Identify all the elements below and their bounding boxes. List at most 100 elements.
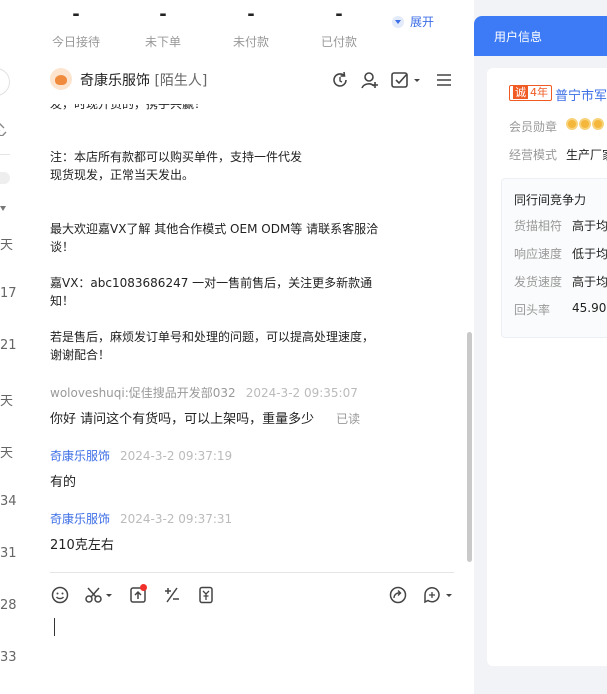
list-item-date[interactable]: 天	[0, 390, 13, 409]
message-sender[interactable]: 奇康乐服饰	[50, 449, 110, 463]
system-message: 最大欢迎嘉VX了解 其他合作模式 OEM ODM等 请联系客服洽	[50, 222, 379, 236]
message-time: 2024-3-2 09:37:19	[120, 449, 233, 463]
system-message: 若是售后，麻烦发订单号和处理的问题，可以提高处理速度，	[50, 330, 375, 344]
competition-label: 货描相符	[514, 219, 563, 233]
shop-name: 奇康乐服饰	[80, 73, 150, 89]
medal-icon	[566, 118, 578, 130]
stat-today-reception[interactable]: - 今日接待	[36, 4, 116, 52]
stat-label: 今日接待	[51, 35, 100, 49]
system-message: 现货现发，正常当天发出。	[50, 168, 195, 182]
medal-icon	[579, 118, 591, 130]
message-meta: woloveshuqi:促佳搜品开发部032 2024-3-2 09:35:07	[50, 384, 358, 401]
message-bubble: 210克左右	[50, 534, 114, 553]
system-message: 知！	[50, 294, 75, 308]
read-status: 已读	[336, 412, 361, 426]
medal-icons	[566, 117, 605, 131]
search-circle[interactable]	[0, 68, 10, 96]
checklist-icon[interactable]	[390, 70, 422, 90]
user-info-panel: 诚4年 普宁市军 会员勋章 经营模式 生产厂家 同行间竞争力 货描相符 高于均 …	[487, 68, 607, 666]
list-item-date[interactable]: 天	[0, 234, 13, 253]
list-item-date[interactable]: 天	[0, 442, 13, 461]
competition-value: 高于均	[572, 275, 607, 289]
message-list[interactable]: 发，时现开货的，携手共赢！ 注：本店所有款都可以购买单件，支持一件代发 现货现发…	[50, 104, 460, 612]
company-name[interactable]: 普宁市军	[555, 85, 607, 104]
coupon-icon[interactable]	[196, 585, 216, 605]
expand-label: 展开	[410, 15, 435, 29]
mode-value: 生产厂家	[566, 148, 607, 162]
stat-label: 未下单	[144, 35, 181, 49]
chevron-down-icon[interactable]	[0, 206, 6, 211]
competition-title: 同行间竞争力	[514, 193, 587, 207]
system-message: 谈！	[50, 240, 75, 254]
competition-value: 45.90%	[572, 301, 607, 315]
scrollbar[interactable]	[467, 332, 472, 562]
list-item-date[interactable]: 34	[0, 494, 17, 509]
badge-icon: 诚	[513, 86, 528, 99]
menu-icon[interactable]	[434, 70, 454, 90]
stat-not-ordered[interactable]: - 未下单	[123, 4, 203, 52]
stat-value: -	[72, 4, 80, 25]
message-time: 2024-3-2 09:35:07	[245, 386, 358, 400]
chat-panel: 奇康乐服饰 [陌生人] 发，时现开货的，携手共赢！ 注：本店所有款都可以购买单件…	[30, 56, 474, 694]
competition-label: 发货速度	[514, 275, 563, 289]
stat-paid[interactable]: - 已付款	[299, 4, 379, 52]
chevron-down-icon	[392, 15, 404, 28]
tab-label: 用户信息	[494, 30, 543, 44]
calculator-icon[interactable]	[162, 585, 182, 605]
years-badge: 诚 4年	[509, 85, 552, 101]
badge-text: 4年	[530, 86, 548, 99]
scissors-icon[interactable]	[84, 585, 114, 605]
medal-label: 会员勋章	[509, 120, 558, 134]
message-bubble: 有的	[50, 471, 76, 490]
avatar[interactable]	[50, 68, 72, 90]
competition-label: 回头率	[514, 303, 551, 317]
message-text: 你好 请问这个有货吗，可以上架吗，重量多少	[50, 412, 315, 427]
message-sender[interactable]: 奇康乐服饰	[50, 512, 110, 526]
chat-contact-name[interactable]: 奇康乐服饰 [陌生人]	[80, 70, 207, 90]
divider	[0, 154, 10, 155]
list-item-date[interactable]: 21	[0, 338, 17, 353]
stat-label: 未付款	[232, 35, 269, 49]
message-text: 有的	[50, 475, 77, 490]
message-meta: 奇康乐服饰 2024-3-2 09:37:31	[50, 510, 232, 527]
message-meta: 奇康乐服饰 2024-3-2 09:37:19	[50, 447, 232, 464]
stat-label: 已付款	[320, 35, 357, 49]
divider	[50, 572, 454, 573]
toggle-pill[interactable]	[0, 172, 10, 184]
link-icon[interactable]	[0, 120, 10, 136]
mode-label: 经营模式	[509, 148, 558, 162]
competition-value: 高于均	[572, 219, 607, 233]
system-message: 发，时现开货的，携手共赢！	[50, 104, 207, 111]
stat-value: -	[335, 4, 343, 25]
message-sender: woloveshuqi:促佳搜品开发部032	[50, 386, 236, 400]
quick-reply-icon[interactable]	[422, 585, 454, 605]
list-item-date[interactable]: 33	[0, 650, 17, 665]
stat-unpaid[interactable]: - 未付款	[211, 4, 291, 52]
expand-button[interactable]: 展开	[392, 13, 434, 30]
refresh-icon[interactable]	[330, 70, 350, 90]
notification-dot	[140, 584, 147, 591]
competition-label: 响应速度	[514, 247, 563, 261]
system-message: 注：本店所有款都可以购买单件，支持一件代发	[50, 150, 303, 164]
list-item-date[interactable]: 28	[0, 598, 17, 613]
medal-icon	[592, 118, 604, 130]
stats-bar: - 今日接待 - 未下单 - 未付款 - 已付款 展开	[0, 0, 474, 56]
share-icon[interactable]	[388, 585, 408, 605]
message-time: 2024-3-2 09:37:31	[120, 512, 233, 526]
competition-box: 同行间竞争力 货描相符 高于均 响应速度 低于均 发货速度 高于均 回头率 45…	[501, 178, 607, 338]
message-bubble: 你好 请问这个有货吗，可以上架吗，重量多少 已读	[50, 408, 360, 427]
competition-value: 低于均	[572, 247, 607, 261]
conversation-list-partial: 天 17 21 天 天 34 31 28 33	[0, 56, 30, 694]
system-message: 嘉VX：abc1083686247 一对一售前售后，关注更多新款通	[50, 276, 373, 290]
list-item-date[interactable]: 31	[0, 546, 17, 561]
contact-tag: [陌生人]	[154, 73, 208, 89]
chat-header: 奇康乐服饰 [陌生人]	[30, 56, 474, 104]
tab-user-info[interactable]: 用户信息	[474, 16, 607, 56]
stat-value: -	[159, 4, 167, 25]
emoji-icon[interactable]	[50, 585, 70, 605]
system-message: 谢谢配合！	[50, 348, 111, 362]
add-contact-icon[interactable]	[360, 70, 380, 90]
list-item-date[interactable]: 17	[0, 286, 17, 301]
stat-value: -	[247, 4, 255, 25]
message-input[interactable]	[54, 618, 55, 636]
